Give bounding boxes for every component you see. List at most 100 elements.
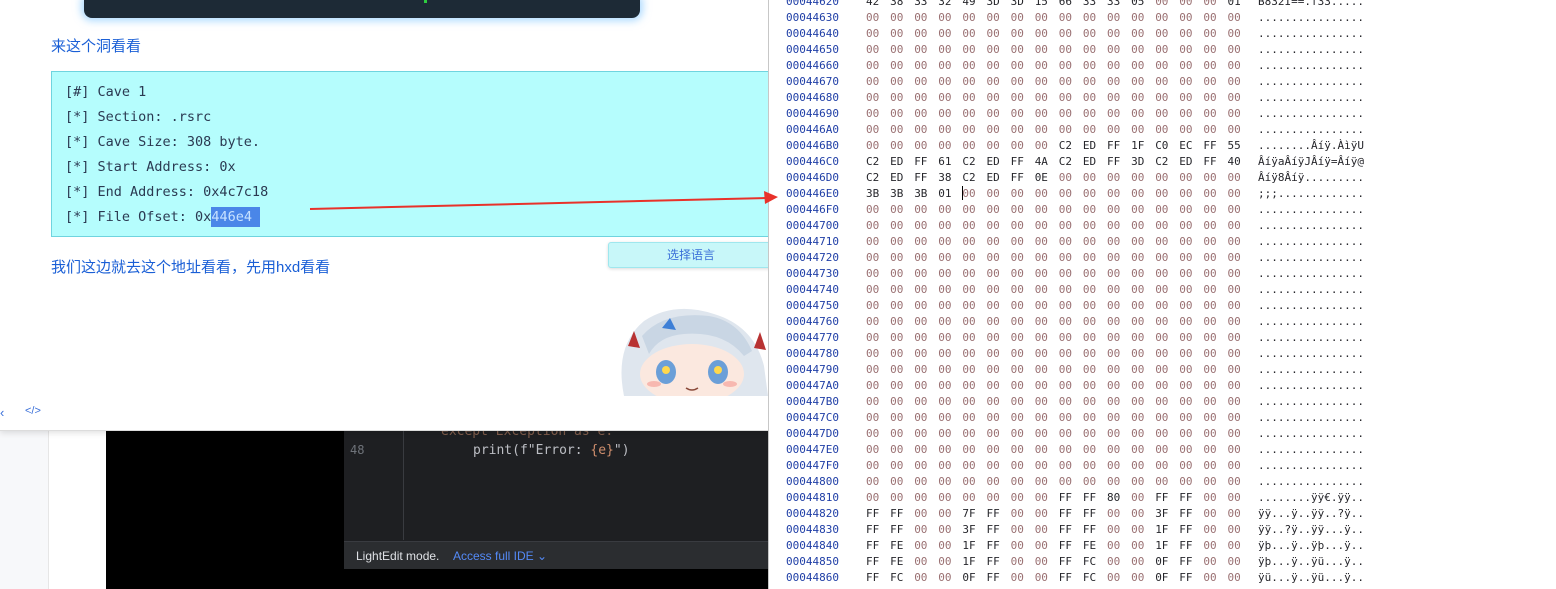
hex-byte[interactable]: 00	[1179, 186, 1195, 202]
hex-byte[interactable]: 00	[1203, 554, 1219, 570]
hex-byte[interactable]: 00	[1059, 58, 1075, 74]
hex-byte[interactable]: FF	[1107, 138, 1123, 154]
hex-row[interactable]: 000447B0 00 00 00 00 00 00 00 00 00 00 00 00 00 00 00 00…	[769, 394, 1556, 410]
hex-byte[interactable]: 00	[866, 474, 882, 490]
hex-byte[interactable]: 00	[1083, 266, 1099, 282]
hex-byte[interactable]: 00	[962, 10, 978, 26]
hex-byte[interactable]: 00	[1155, 26, 1171, 42]
hex-byte[interactable]: 3D	[1131, 154, 1147, 170]
hex-byte[interactable]: ED	[1083, 154, 1099, 170]
hex-byte[interactable]: 00	[1059, 250, 1075, 266]
hex-byte[interactable]: 00	[890, 106, 906, 122]
hex-byte[interactable]: 00	[890, 362, 906, 378]
hex-byte[interactable]: 00	[1131, 458, 1147, 474]
hex-byte[interactable]: 00	[1107, 122, 1123, 138]
hex-byte[interactable]: 00	[962, 474, 978, 490]
hex-byte[interactable]: 00	[962, 362, 978, 378]
hex-row[interactable]: 000447C0 00 00 00 00 00 00 00 00 00 00 00 00 00 00 00 00…	[769, 410, 1556, 426]
hex-byte[interactable]: 00	[1179, 26, 1195, 42]
hex-byte[interactable]: 00	[1059, 74, 1075, 90]
hex-byte[interactable]: 00	[1107, 42, 1123, 58]
hex-byte[interactable]: 00	[1179, 282, 1195, 298]
hex-byte[interactable]: 00	[1035, 42, 1051, 58]
hex-byte[interactable]: 00	[962, 298, 978, 314]
hex-byte[interactable]: FE	[890, 538, 906, 554]
hex-byte[interactable]: 00	[1179, 170, 1195, 186]
hex-byte[interactable]: FF	[866, 506, 882, 522]
hex-byte[interactable]: 00	[1179, 10, 1195, 26]
hex-byte[interactable]: 00	[1179, 298, 1195, 314]
hex-byte[interactable]: 00	[866, 442, 882, 458]
hex-ascii[interactable]: ................	[1258, 298, 1364, 314]
hex-byte[interactable]: 00	[866, 410, 882, 426]
hex-byte[interactable]: 00	[1035, 570, 1051, 586]
hex-byte[interactable]: 00	[1011, 554, 1027, 570]
hex-byte[interactable]: 00	[890, 458, 906, 474]
hex-ascii[interactable]: ................	[1258, 106, 1364, 122]
hex-byte[interactable]: 00	[866, 138, 882, 154]
hex-byte[interactable]: 05	[1131, 0, 1147, 10]
hex-byte[interactable]: 00	[962, 458, 978, 474]
hex-byte[interactable]: 00	[1035, 250, 1051, 266]
hex-byte[interactable]: 00	[1059, 90, 1075, 106]
hex-byte[interactable]: FF	[1107, 154, 1123, 170]
hex-byte[interactable]: 00	[1011, 314, 1027, 330]
hex-byte[interactable]: 00	[1107, 170, 1123, 186]
hex-byte[interactable]: 00	[1155, 234, 1171, 250]
hex-byte[interactable]: 00	[914, 298, 930, 314]
hex-byte[interactable]: FF	[1179, 506, 1195, 522]
hex-byte[interactable]: 00	[914, 42, 930, 58]
hex-byte[interactable]: 00	[866, 234, 882, 250]
hex-byte[interactable]: 00	[914, 362, 930, 378]
hex-byte[interactable]: 00	[866, 26, 882, 42]
hex-byte[interactable]: 00	[1179, 74, 1195, 90]
hex-ascii[interactable]: ................	[1258, 394, 1364, 410]
hex-byte[interactable]: 00	[1083, 298, 1099, 314]
hex-ascii[interactable]: ................	[1258, 42, 1364, 58]
hex-byte[interactable]: C2	[962, 154, 978, 170]
hex-byte[interactable]: 00	[1011, 362, 1027, 378]
hex-byte[interactable]: 00	[1059, 474, 1075, 490]
hex-byte[interactable]: 00	[987, 138, 1003, 154]
hex-byte[interactable]: 00	[987, 42, 1003, 58]
hex-byte[interactable]: 00	[938, 26, 954, 42]
hex-byte[interactable]: 00	[1179, 362, 1195, 378]
hex-byte[interactable]: 00	[1155, 410, 1171, 426]
hex-byte[interactable]: 00	[1179, 314, 1195, 330]
hex-byte[interactable]: 00	[987, 314, 1003, 330]
hex-byte[interactable]: 00	[914, 138, 930, 154]
hex-byte[interactable]: 00	[866, 122, 882, 138]
hex-byte[interactable]: 00	[938, 250, 954, 266]
hex-byte[interactable]: 00	[1155, 202, 1171, 218]
hex-byte[interactable]: FF	[1059, 522, 1075, 538]
hex-byte[interactable]: FF	[1083, 506, 1099, 522]
hex-byte[interactable]: 1F	[962, 554, 978, 570]
hex-byte[interactable]: 00	[1011, 202, 1027, 218]
hex-byte[interactable]: 00	[962, 106, 978, 122]
hex-byte[interactable]: 00	[1203, 106, 1219, 122]
hex-byte[interactable]: ED	[987, 170, 1003, 186]
hex-row[interactable]: 00044830 FF FF 00 00 3F FF 00 00 FF FF 00 00 1F FF 00 00…	[769, 522, 1556, 538]
hex-byte[interactable]: FF	[1203, 138, 1219, 154]
hex-byte[interactable]: 00	[962, 394, 978, 410]
hex-byte[interactable]: 00	[938, 522, 954, 538]
hex-byte[interactable]: 00	[1107, 74, 1123, 90]
hex-byte[interactable]: 00	[1083, 330, 1099, 346]
hex-row[interactable]: 000447F0 00 00 00 00 00 00 00 00 00 00 00 00 00 00 00 00…	[769, 458, 1556, 474]
hex-byte[interactable]: 00	[1083, 442, 1099, 458]
hex-byte[interactable]: 00	[1155, 122, 1171, 138]
hex-row[interactable]: 00044640 00 00 00 00 00 00 00 00 00 00 00 00 00 00 00 00…	[769, 26, 1556, 42]
hex-ascii[interactable]: ................	[1258, 26, 1364, 42]
hex-byte[interactable]: 00	[890, 410, 906, 426]
hex-byte[interactable]: 00	[1179, 442, 1195, 458]
hex-ascii[interactable]: ................	[1258, 458, 1364, 474]
hex-byte[interactable]: 00	[1228, 506, 1244, 522]
hex-byte[interactable]: 00	[962, 202, 978, 218]
hex-byte[interactable]: 00	[914, 538, 930, 554]
hex-byte[interactable]: 00	[890, 234, 906, 250]
hex-byte[interactable]: 00	[962, 250, 978, 266]
hex-byte[interactable]: 33	[1107, 0, 1123, 10]
hex-byte[interactable]: 00	[1083, 58, 1099, 74]
hex-byte[interactable]: 00	[914, 378, 930, 394]
hex-byte[interactable]: 00	[866, 362, 882, 378]
